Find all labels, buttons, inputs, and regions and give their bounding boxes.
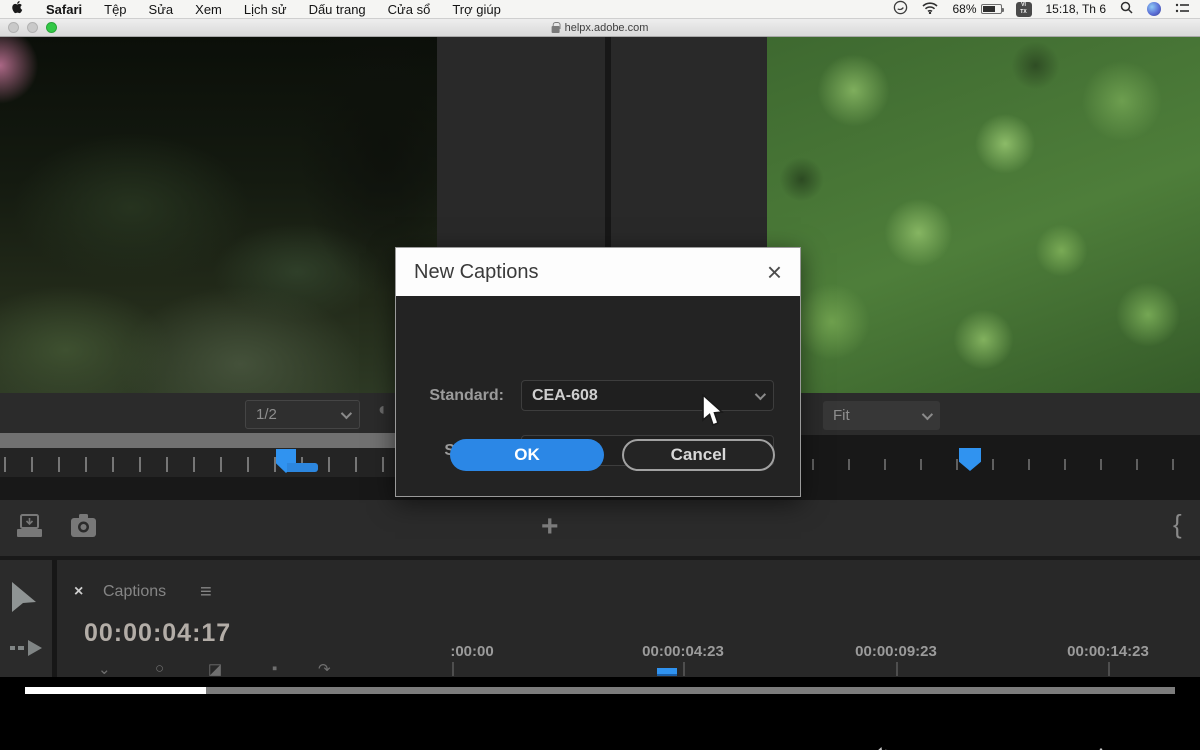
window-minimize-button[interactable] xyxy=(27,22,38,33)
siri-icon[interactable] xyxy=(1147,2,1161,16)
timeline-tick xyxy=(1108,662,1110,676)
player-controls-bar: 01:09 / 07:31 10 1x ▲ CC xyxy=(0,737,1200,750)
timeline-tick-label: 00:00:04:23 xyxy=(642,643,724,660)
timeline-tick-label: 00:00:14:23 xyxy=(1067,643,1149,660)
lock-icon xyxy=(552,26,560,33)
track-select-forward-icon[interactable] xyxy=(8,637,48,664)
export-frame-icon[interactable] xyxy=(16,513,43,544)
menu-clock[interactable]: 15:18, Th 6 xyxy=(1046,2,1107,16)
settings-gear-icon[interactable] xyxy=(1087,747,1113,750)
dialog-close-icon[interactable]: × xyxy=(767,259,782,285)
timeline-tick-label: 00:00:09:23 xyxy=(855,643,937,660)
menu-safari[interactable]: Safari xyxy=(35,0,93,19)
selection-tool-icon[interactable] xyxy=(8,580,42,623)
record-icon[interactable]: ○ xyxy=(155,660,164,677)
rewind-10-button[interactable]: 10 xyxy=(872,746,898,750)
ok-button[interactable]: OK xyxy=(450,439,604,471)
timeline-tick-label: :00:00 xyxy=(450,643,493,660)
new-captions-dialog: New Captions × Standard: CEA-608 Stream:… xyxy=(395,247,801,497)
wifi-icon[interactable] xyxy=(922,2,938,17)
program-monitor-video xyxy=(767,37,1200,393)
standard-label: Standard: xyxy=(429,387,504,405)
timeline-tick xyxy=(896,662,898,676)
dialog-title-bar[interactable]: New Captions × xyxy=(396,248,800,296)
creative-cloud-icon[interactable] xyxy=(893,0,908,18)
program-ruler[interactable] xyxy=(767,448,1200,472)
mouse-cursor xyxy=(701,394,725,433)
video-progress-fill xyxy=(25,687,206,694)
brace-icon[interactable]: { xyxy=(1173,509,1182,540)
window-zoom-button[interactable] xyxy=(46,22,57,33)
menu-tep[interactable]: Tệp xyxy=(93,0,137,19)
exit-fullscreen-button[interactable] xyxy=(1138,747,1164,750)
snap-icon[interactable]: ⌄ xyxy=(98,660,111,677)
panel-divider xyxy=(52,560,57,677)
caption-block-icon[interactable]: ◪ xyxy=(208,660,222,677)
video-progress-track[interactable] xyxy=(25,687,1175,694)
stop-icon[interactable]: ▪ xyxy=(272,660,277,677)
battery-icon xyxy=(981,4,1002,14)
battery-indicator[interactable]: 68% xyxy=(952,2,1001,16)
source-monitor-video xyxy=(0,37,437,393)
window-close-button[interactable] xyxy=(8,22,19,33)
video-player-region[interactable]: 1/2 ◖ Fit + { xyxy=(0,37,1200,750)
safari-title-bar: helpx.adobe.com xyxy=(0,19,1200,37)
source-zoom-dropdown[interactable]: 1/2 xyxy=(245,400,360,429)
program-zoom-dropdown[interactable]: Fit xyxy=(823,401,940,430)
monitor-toolbar xyxy=(0,500,1200,556)
notification-center-icon[interactable] xyxy=(1175,2,1190,17)
menu-cua-so[interactable]: Cửa sổ xyxy=(377,0,442,19)
menu-tro-giup[interactable]: Trợ giúp xyxy=(441,0,512,19)
premiere-screenshot: 1/2 ◖ Fit + { xyxy=(0,37,1200,677)
dialog-title: New Captions xyxy=(414,261,539,284)
spotlight-icon[interactable] xyxy=(1120,1,1133,17)
menu-lich-su[interactable]: Lịch sử xyxy=(233,0,298,19)
timeline-tick xyxy=(683,662,685,676)
standard-dropdown[interactable]: CEA-608 xyxy=(521,380,774,411)
chevron-down-icon xyxy=(922,408,933,419)
macos-menu-bar: Safari Tệp Sửa Xem Lịch sử Dấu trang Cửa… xyxy=(0,0,1200,19)
captions-timecode[interactable]: 00:00:04:17 xyxy=(84,619,231,648)
chevron-down-icon xyxy=(341,407,352,418)
battery-percent: 68% xyxy=(952,2,976,16)
menu-dau-trang[interactable]: Dấu trang xyxy=(298,0,377,19)
address-text: helpx.adobe.com xyxy=(565,22,649,34)
menu-sua[interactable]: Sửa xyxy=(138,0,185,19)
input-source-icon[interactable]: VI TX xyxy=(1016,2,1032,17)
wrench-icon[interactable]: ◖ xyxy=(376,399,387,420)
panel-menu-icon[interactable]: ≡ xyxy=(200,581,212,604)
plus-icon[interactable]: + xyxy=(541,510,559,544)
apple-icon[interactable] xyxy=(0,0,35,19)
menu-xem[interactable]: Xem xyxy=(184,0,233,19)
loop-icon[interactable]: ↷ xyxy=(318,660,331,677)
camera-icon[interactable] xyxy=(70,514,97,543)
address-bar[interactable]: helpx.adobe.com xyxy=(552,22,649,34)
close-panel-icon[interactable]: × xyxy=(74,583,83,601)
timeline-tick xyxy=(452,662,454,676)
captions-panel-tab[interactable]: Captions xyxy=(103,583,166,601)
chevron-down-icon xyxy=(755,388,766,399)
cancel-button[interactable]: Cancel xyxy=(622,439,775,471)
timeline-playhead-marker[interactable] xyxy=(657,668,677,676)
source-playhead-bar xyxy=(287,463,318,472)
